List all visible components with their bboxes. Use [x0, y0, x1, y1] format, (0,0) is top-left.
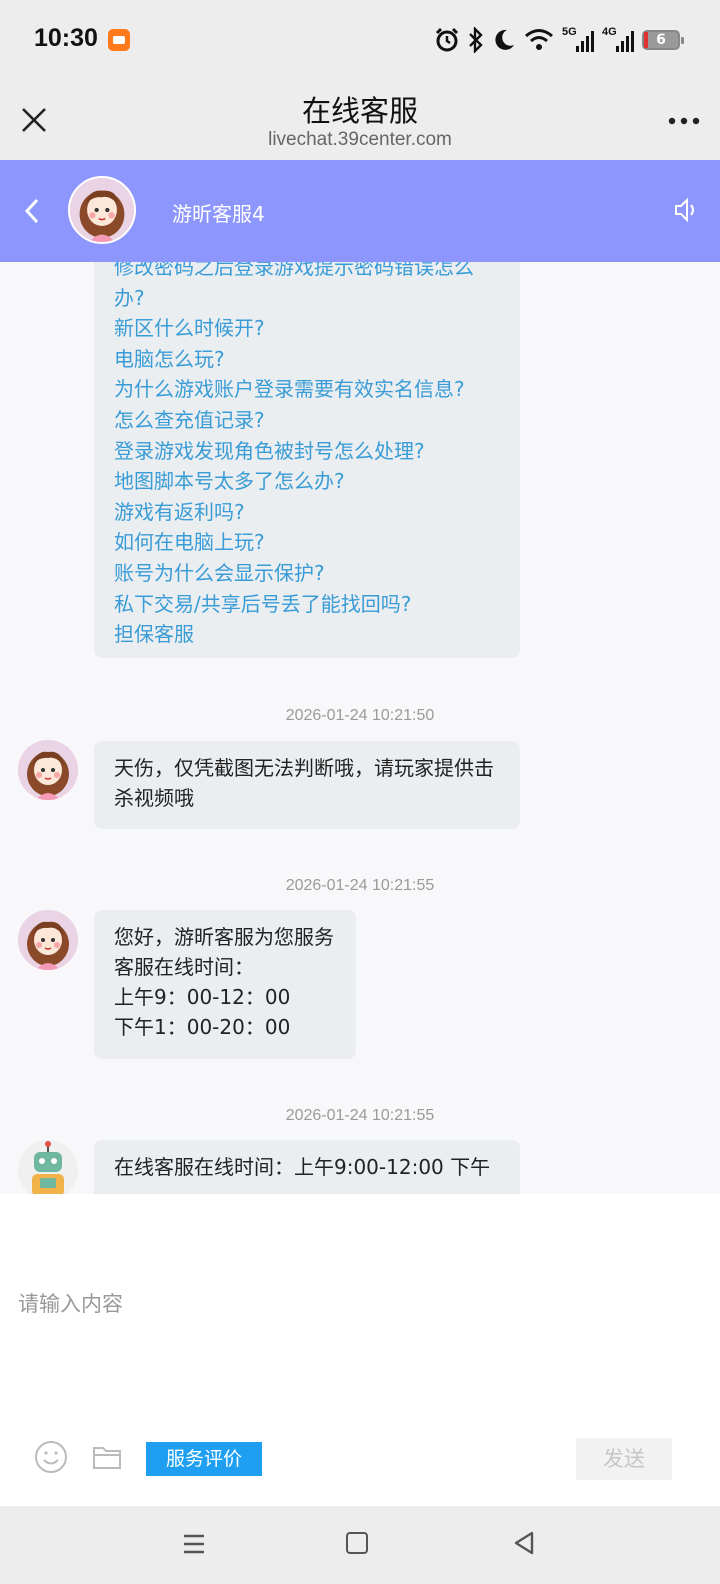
faq-link[interactable]: 修改密码之后登录游戏提示密码错误怎么 — [114, 262, 500, 283]
browser-title-bar: 在线客服 livechat.39center.com — [0, 80, 720, 160]
message-bubble: 您好，游昕客服为您服务 客服在线时间： 上午9：00-12：00 下午1：00-… — [94, 910, 356, 1059]
message-line: 在线客服在线时间：上午9:00-12:00 下午 — [114, 1155, 491, 1179]
message-timestamp: 2026-01-24 10:21:55 — [285, 1107, 435, 1124]
page-url: livechat.39center.com — [268, 129, 452, 150]
message-line: 下午1：00-20：00 — [114, 1015, 291, 1039]
faq-link[interactable]: 办? — [114, 283, 500, 314]
message-input[interactable] — [18, 1284, 702, 1324]
message-list[interactable]: 修改密码之后登录游戏提示密码错误怎么 办? 新区什么时候开? 电脑怎么玩? 为什… — [0, 262, 720, 1194]
message-timestamp: 2026-01-24 10:21:55 — [285, 877, 435, 894]
faq-link[interactable]: 私下交易/共享后号丢了能找回吗? — [114, 589, 500, 620]
faq-link[interactable]: 为什么游戏账户登录需要有效实名信息? — [114, 374, 500, 405]
faq-link[interactable]: 怎么查充值记录? — [114, 405, 500, 436]
moon-icon — [495, 29, 514, 50]
message-line: 客服在线时间： — [114, 955, 254, 979]
folder-icon[interactable] — [92, 1444, 122, 1470]
system-nav-bar — [0, 1506, 720, 1584]
agent-avatar — [18, 740, 78, 800]
wifi-icon — [525, 29, 553, 50]
faq-link[interactable]: 如何在电脑上玩? — [114, 527, 500, 558]
faq-link[interactable]: 地图脚本号太多了怎么办? — [114, 466, 500, 497]
signal-5g-label: 5G — [562, 26, 577, 38]
battery-level: 6 — [656, 32, 666, 48]
send-button[interactable]: 发送 — [576, 1438, 672, 1480]
message-line: 天伤，仅凭截图无法判断哦，请玩家提供击 — [114, 756, 494, 780]
service-rating-button[interactable]: 服务评价 — [146, 1442, 262, 1476]
page-title: 在线客服 — [301, 94, 418, 128]
status-icons: 5G 4G 6 — [434, 22, 684, 58]
chat-header: 游昕客服4 — [0, 160, 720, 262]
signal-4g-icon: 4G — [602, 26, 634, 54]
agent-avatar — [18, 910, 78, 970]
speaker-icon[interactable] — [672, 196, 700, 224]
message-bubble: 天伤，仅凭截图无法判断哦，请玩家提供击 杀视频哦 — [94, 741, 520, 829]
message-line: 杀视频哦 — [114, 786, 194, 810]
faq-link[interactable]: 账号为什么会显示保护? — [114, 558, 500, 589]
faq-link[interactable]: 电脑怎么玩? — [114, 344, 500, 375]
message-line: 上午9：00-12：00 — [114, 985, 291, 1009]
faq-link[interactable]: 游戏有返利吗? — [114, 497, 500, 528]
signal-4g-label: 4G — [602, 26, 617, 38]
alarm-icon — [435, 27, 459, 52]
faq-link[interactable]: 登录游戏发现角色被封号怎么处理? — [114, 436, 500, 467]
back-icon[interactable] — [20, 196, 44, 226]
home-icon[interactable] — [346, 1532, 368, 1554]
more-options-icon[interactable] — [666, 106, 702, 136]
message-timestamp: 2026-01-24 10:21:50 — [285, 707, 435, 724]
nav-back-icon[interactable] — [512, 1530, 536, 1556]
agent-avatar — [68, 176, 136, 244]
emoji-icon[interactable] — [34, 1440, 68, 1474]
menu-icon[interactable] — [182, 1532, 206, 1556]
faq-link[interactable]: 新区什么时候开? — [114, 313, 500, 344]
faq-link[interactable]: 担保客服 — [114, 619, 500, 650]
status-time: 10:30 — [34, 24, 98, 52]
app-notification-icon — [108, 29, 130, 51]
battery-icon: 6 — [642, 30, 684, 50]
robot-avatar — [18, 1140, 78, 1194]
message-bubble: 在线客服在线时间：上午9:00-12:00 下午 — [94, 1140, 520, 1194]
bluetooth-icon — [469, 27, 483, 53]
signal-5g-icon: 5G — [562, 26, 594, 54]
status-bar: 10:30 5G 4G 6 — [0, 0, 720, 80]
message-line: 您好，游昕客服为您服务 — [114, 925, 334, 949]
agent-name: 游昕客服4 — [172, 202, 265, 226]
composer: 服务评价 发送 — [0, 1194, 720, 1506]
faq-bubble: 修改密码之后登录游戏提示密码错误怎么 办? 新区什么时候开? 电脑怎么玩? 为什… — [94, 262, 520, 658]
